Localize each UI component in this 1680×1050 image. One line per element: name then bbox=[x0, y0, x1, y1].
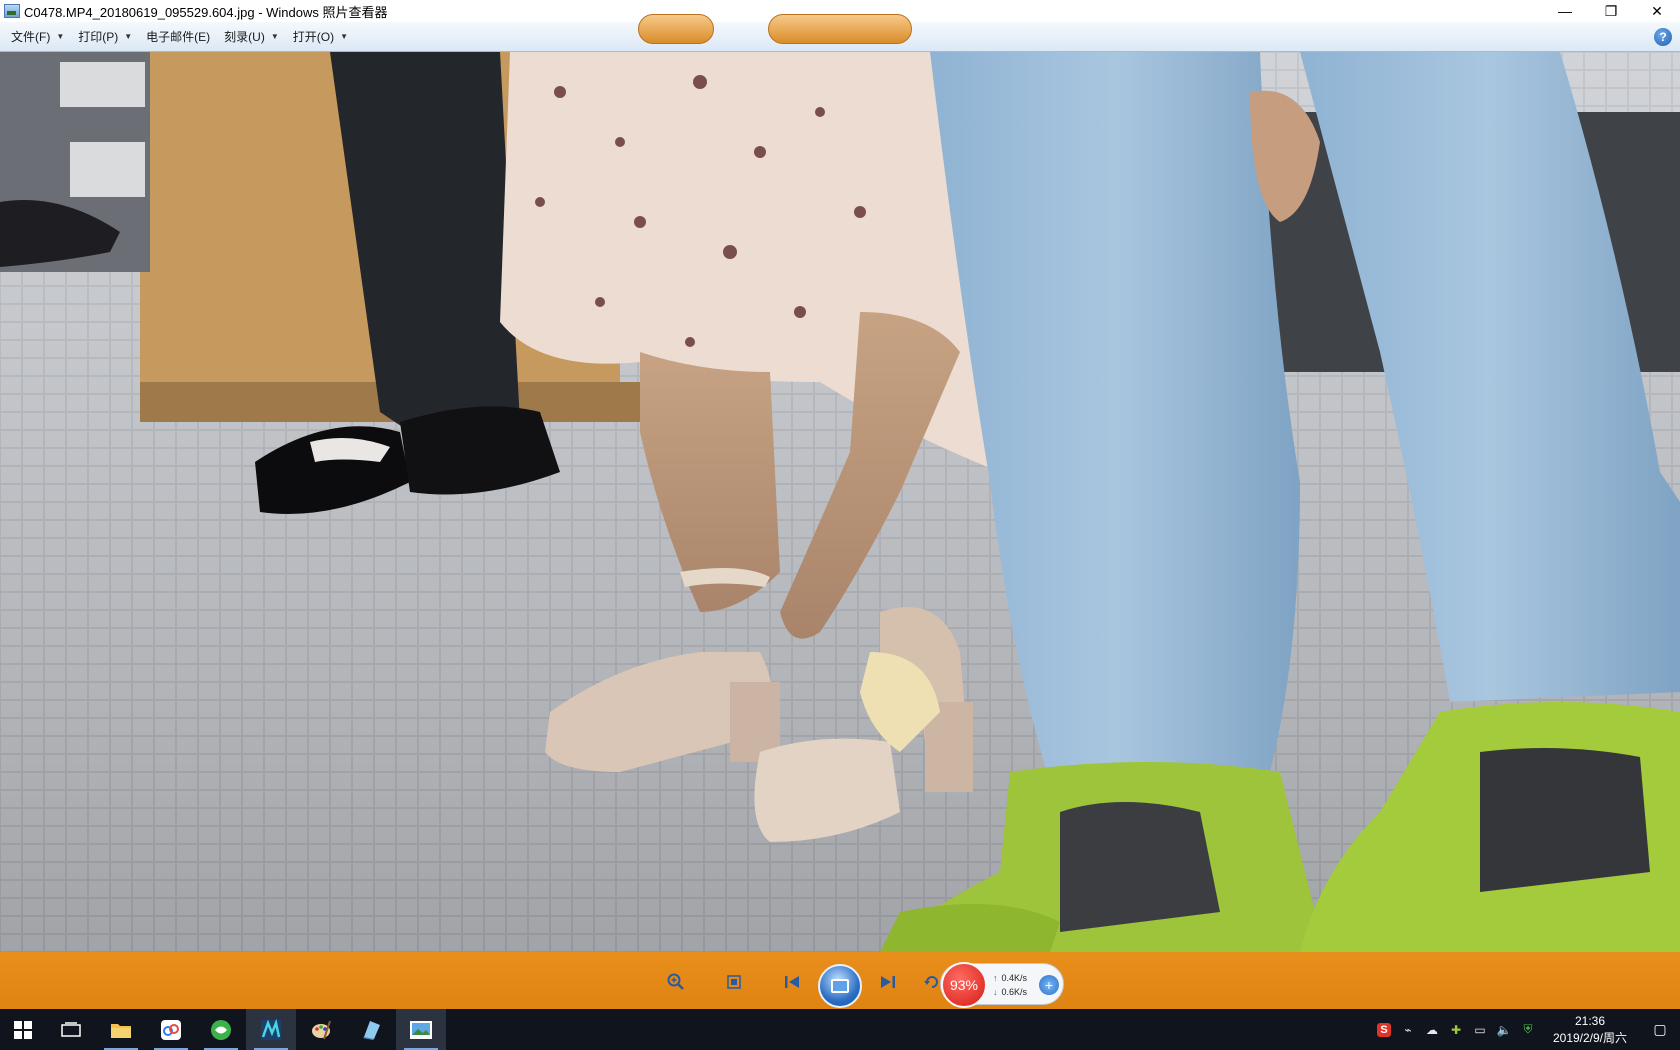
restore-button[interactable]: ❐ bbox=[1588, 0, 1634, 22]
chevron-down-icon: ▼ bbox=[270, 32, 279, 41]
menu-file-label: 文件(F) bbox=[11, 30, 51, 44]
memory-usage-badge[interactable]: 93% bbox=[941, 962, 987, 1008]
chevron-down-icon: ▼ bbox=[56, 32, 65, 41]
download-arrow-icon: ↓ bbox=[993, 987, 998, 997]
browser-icon[interactable] bbox=[196, 1009, 246, 1050]
photo-viewer-app-icon bbox=[4, 4, 20, 18]
file-explorer-icon[interactable] bbox=[96, 1009, 146, 1050]
windows-start-icon[interactable] bbox=[0, 1009, 46, 1050]
network-speed-widget[interactable]: 93% ↑ 0.4K/s ↓ 0.6K/s + bbox=[940, 962, 1064, 1008]
clock-date: 2019/2/9/周六 bbox=[1552, 1030, 1628, 1045]
security-shield-icon[interactable]: ⛨ bbox=[1516, 1009, 1540, 1050]
actual-size-icon[interactable] bbox=[722, 971, 746, 993]
menu-print-label: 打印(P) bbox=[78, 30, 119, 44]
menu-email-label: 电子邮件(E) bbox=[146, 30, 211, 44]
notes-icon[interactable] bbox=[346, 1009, 396, 1050]
accelerate-icon[interactable]: + bbox=[1039, 975, 1059, 995]
menu-print[interactable]: 打印(P) ▼ bbox=[71, 26, 139, 48]
upload-arrow-icon: ↑ bbox=[993, 973, 998, 983]
task-view-icon[interactable] bbox=[46, 1009, 96, 1050]
system-tray: S ⌁ ☁ ✚ ▭ 🔈 ⛨ 21:36 2019/2/9/周六 ▢ bbox=[1372, 1009, 1680, 1050]
ime-label: S bbox=[1377, 1022, 1391, 1037]
previous-icon[interactable] bbox=[780, 971, 804, 993]
taskbar: S ⌁ ☁ ✚ ▭ 🔈 ⛨ 21:36 2019/2/9/周六 ▢ bbox=[0, 1009, 1680, 1050]
action-center-icon[interactable]: ▢ bbox=[1640, 1009, 1680, 1050]
slideshow-button[interactable] bbox=[818, 964, 862, 1008]
minimize-button[interactable]: — bbox=[1542, 0, 1588, 22]
menu-burn[interactable]: 刻录(U) ▼ bbox=[217, 26, 286, 48]
photo-image bbox=[0, 52, 1680, 952]
slideshow-icon bbox=[831, 979, 849, 993]
menu-email[interactable]: 电子邮件(E) bbox=[139, 26, 217, 48]
help-icon[interactable]: ? bbox=[1654, 28, 1672, 46]
volume-icon[interactable]: 🔈 bbox=[1492, 1009, 1516, 1050]
sogou-ime-icon[interactable]: S bbox=[1372, 1009, 1396, 1050]
chevron-down-icon: ▼ bbox=[124, 32, 133, 41]
app-tray-icon[interactable]: ✚ bbox=[1444, 1009, 1468, 1050]
chevron-down-icon: ▼ bbox=[340, 32, 349, 41]
upload-speed: 0.4K/s bbox=[1001, 973, 1028, 983]
clock-time: 21:36 bbox=[1574, 1013, 1606, 1028]
close-button[interactable]: ✕ bbox=[1634, 0, 1680, 22]
clock[interactable]: 21:36 2019/2/9/周六 bbox=[1540, 1013, 1640, 1047]
network-status-icon[interactable]: ⌁ bbox=[1396, 1009, 1420, 1050]
zoom-controls-group bbox=[638, 14, 714, 44]
baidu-netdisk-icon[interactable] bbox=[146, 1009, 196, 1050]
next-icon[interactable] bbox=[876, 971, 900, 993]
menu-open-label: 打开(O) bbox=[292, 30, 335, 44]
video-editor-icon[interactable] bbox=[246, 1009, 296, 1050]
cloud-sync-icon[interactable]: ☁ bbox=[1420, 1009, 1444, 1050]
speed-readout: ↑ 0.4K/s ↓ 0.6K/s bbox=[993, 971, 1027, 999]
paint-icon[interactable] bbox=[296, 1009, 346, 1050]
photo-canvas[interactable] bbox=[0, 52, 1680, 952]
zoom-icon[interactable] bbox=[664, 971, 688, 993]
menu-file[interactable]: 文件(F) ▼ bbox=[4, 26, 71, 48]
download-speed: 0.6K/s bbox=[1001, 987, 1028, 997]
display-icon[interactable]: ▭ bbox=[1468, 1009, 1492, 1050]
navigation-group bbox=[768, 14, 912, 44]
menu-burn-label: 刻录(U) bbox=[224, 30, 265, 44]
photo-viewer-icon[interactable] bbox=[396, 1009, 446, 1050]
menu-open[interactable]: 打开(O) ▼ bbox=[286, 26, 355, 48]
